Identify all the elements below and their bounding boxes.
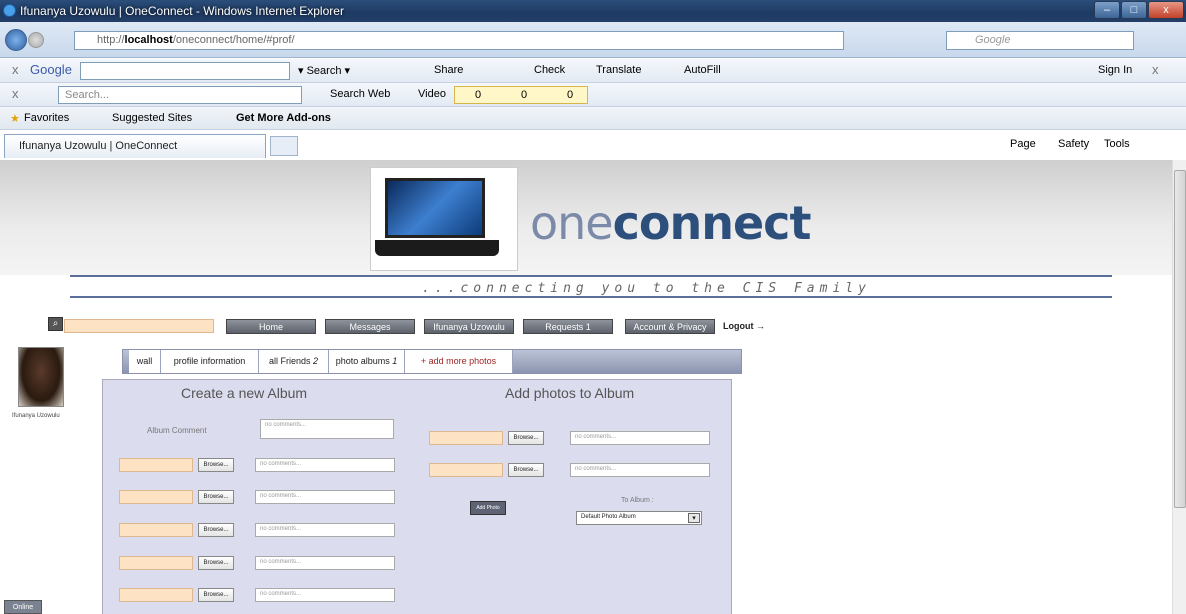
create-browse-4[interactable]: Browse... [198,556,234,570]
window-title: Ifunanya Uzowulu | OneConnect - Windows … [20,4,344,18]
get-addons-link[interactable]: Get More Add-ons [236,112,331,124]
close-button[interactable]: x [1148,1,1184,19]
online-status-button[interactable]: Online [4,600,42,614]
check-button[interactable]: Check [534,64,565,76]
close-google-toolbar-icon[interactable]: x [1152,62,1159,77]
minimize-button[interactable]: – [1094,1,1120,19]
scroll-thumb[interactable] [1174,170,1186,508]
add-file-input-1[interactable] [429,431,503,445]
nav-profile[interactable]: Ifunanya Uzowulu [424,319,514,334]
signin-button[interactable]: Sign In [1098,64,1132,76]
album-panel: Create a new Album Album Comment no comm… [102,379,732,614]
search-icon[interactable]: ⌕ [48,317,63,331]
create-browse-5[interactable]: Browse... [198,588,234,602]
address-bar: http://localhost/oneconnect/home/#prof/ … [0,22,1186,58]
search-web-button[interactable]: Search Web [330,88,390,100]
star-icon: ★ [10,113,20,125]
add-browse-1[interactable]: Browse... [508,431,544,445]
google-toolbar: x Google ▾ Search ▾ Share Check Translat… [0,59,1186,83]
divider [70,275,1112,277]
create-file-input-1[interactable] [119,458,193,472]
create-browse-1[interactable]: Browse... [198,458,234,472]
favorites-button[interactable]: Favorites [24,112,69,124]
profile-tabs: wall profile information all Friends 2 p… [122,349,742,374]
create-browse-3[interactable]: Browse... [198,523,234,537]
tab-wall[interactable]: wall [129,350,161,373]
browser-search-input[interactable]: Google [946,31,1134,50]
site-search-input[interactable] [64,319,214,333]
autofill-button[interactable]: AutoFill [684,64,721,76]
create-comment-1[interactable]: no comments... [255,458,395,472]
nav-home[interactable]: Home [226,319,316,334]
ie-icon [3,4,16,17]
create-comment-4[interactable]: no comments... [255,556,395,570]
safety-menu[interactable]: Safety [1058,138,1089,150]
url-input[interactable]: http://localhost/oneconnect/home/#prof/ [74,31,844,50]
translate-button[interactable]: Translate [596,64,641,76]
logout-link[interactable]: Logout → [723,321,765,331]
share-button[interactable]: Share [434,64,463,76]
forward-button[interactable] [28,32,44,48]
site-tagline: ...connecting you to the CIS Family [422,281,871,296]
counter-b: 0 [521,89,528,101]
profile-name: Ifunanya Uzowulu [12,413,60,419]
video-button[interactable]: Video [418,88,446,100]
toolbar-search-input[interactable]: Search... [58,86,302,104]
create-comment-3[interactable]: no comments... [255,523,395,537]
create-browse-2[interactable]: Browse... [198,490,234,504]
album-select[interactable]: Default Photo Album ▾ [576,511,702,525]
to-album-label: To Album : [621,497,654,504]
search-toolbar: x Search... Search Web Video 0 0 0 [0,83,1186,107]
laptop-image [370,167,518,271]
divider [70,296,1112,298]
tab-all-friends[interactable]: all Friends 2 [259,350,329,373]
back-button[interactable] [5,29,27,51]
album-comment-input[interactable]: no comments... [260,419,394,439]
new-tab-button[interactable] [270,136,298,156]
url-host: localhost [124,34,173,46]
create-file-input-4[interactable] [119,556,193,570]
create-album-heading: Create a new Album [181,385,308,401]
add-file-input-2[interactable] [429,463,503,477]
favorites-bar: ★ Favorites Suggested Sites Get More Add… [0,107,1186,130]
window-title-bar: Ifunanya Uzowulu | OneConnect - Windows … [0,0,1186,22]
suggested-sites-link[interactable]: Suggested Sites [112,112,192,124]
page-content: oneconnect ...connecting you to the CIS … [0,160,1172,614]
tab-add-photos[interactable]: + add more photos [405,350,513,373]
add-photos-heading: Add photos to Album [505,385,635,401]
counter-badges: 0 0 0 [454,86,588,104]
tools-menu[interactable]: Tools [1104,138,1130,150]
vertical-scrollbar[interactable] [1172,160,1186,614]
maximize-button[interactable]: □ [1121,1,1147,19]
tab-profile-information[interactable]: profile information [161,350,259,373]
browser-tab-active[interactable]: Ifunanya Uzowulu | OneConnect [4,134,266,158]
tab-photo-albums[interactable]: photo albums 1 [329,350,405,373]
counter-c: 0 [567,89,574,101]
add-comment-1[interactable]: no comments... [570,431,710,445]
avatar[interactable] [18,347,64,407]
add-comment-2[interactable]: no comments... [570,463,710,477]
create-file-input-5[interactable] [119,588,193,602]
counter-a: 0 [475,89,482,101]
add-browse-2[interactable]: Browse... [508,463,544,477]
close-toolbar-icon[interactable]: x [12,62,19,77]
chevron-down-icon: ▾ [688,513,700,523]
create-comment-5[interactable]: no comments... [255,588,395,602]
nav-account[interactable]: Account & Privacy [625,319,715,334]
nav-messages[interactable]: Messages [325,319,415,334]
album-comment-label: Album Comment [147,426,207,435]
google-search-input[interactable] [80,62,290,80]
add-photo-button[interactable]: Add Photo [470,501,506,515]
create-comment-2[interactable]: no comments... [255,490,395,504]
close-searchbar-icon[interactable]: x [12,86,19,101]
create-file-input-3[interactable] [119,523,193,537]
google-search-button[interactable]: ▾ Search ▾ [298,64,350,77]
page-menu[interactable]: Page [1010,138,1036,150]
nav-requests[interactable]: Requests 1 [523,319,613,334]
site-logo[interactable]: oneconnect [530,196,811,250]
create-file-input-2[interactable] [119,490,193,504]
google-brand: Google [30,62,72,77]
